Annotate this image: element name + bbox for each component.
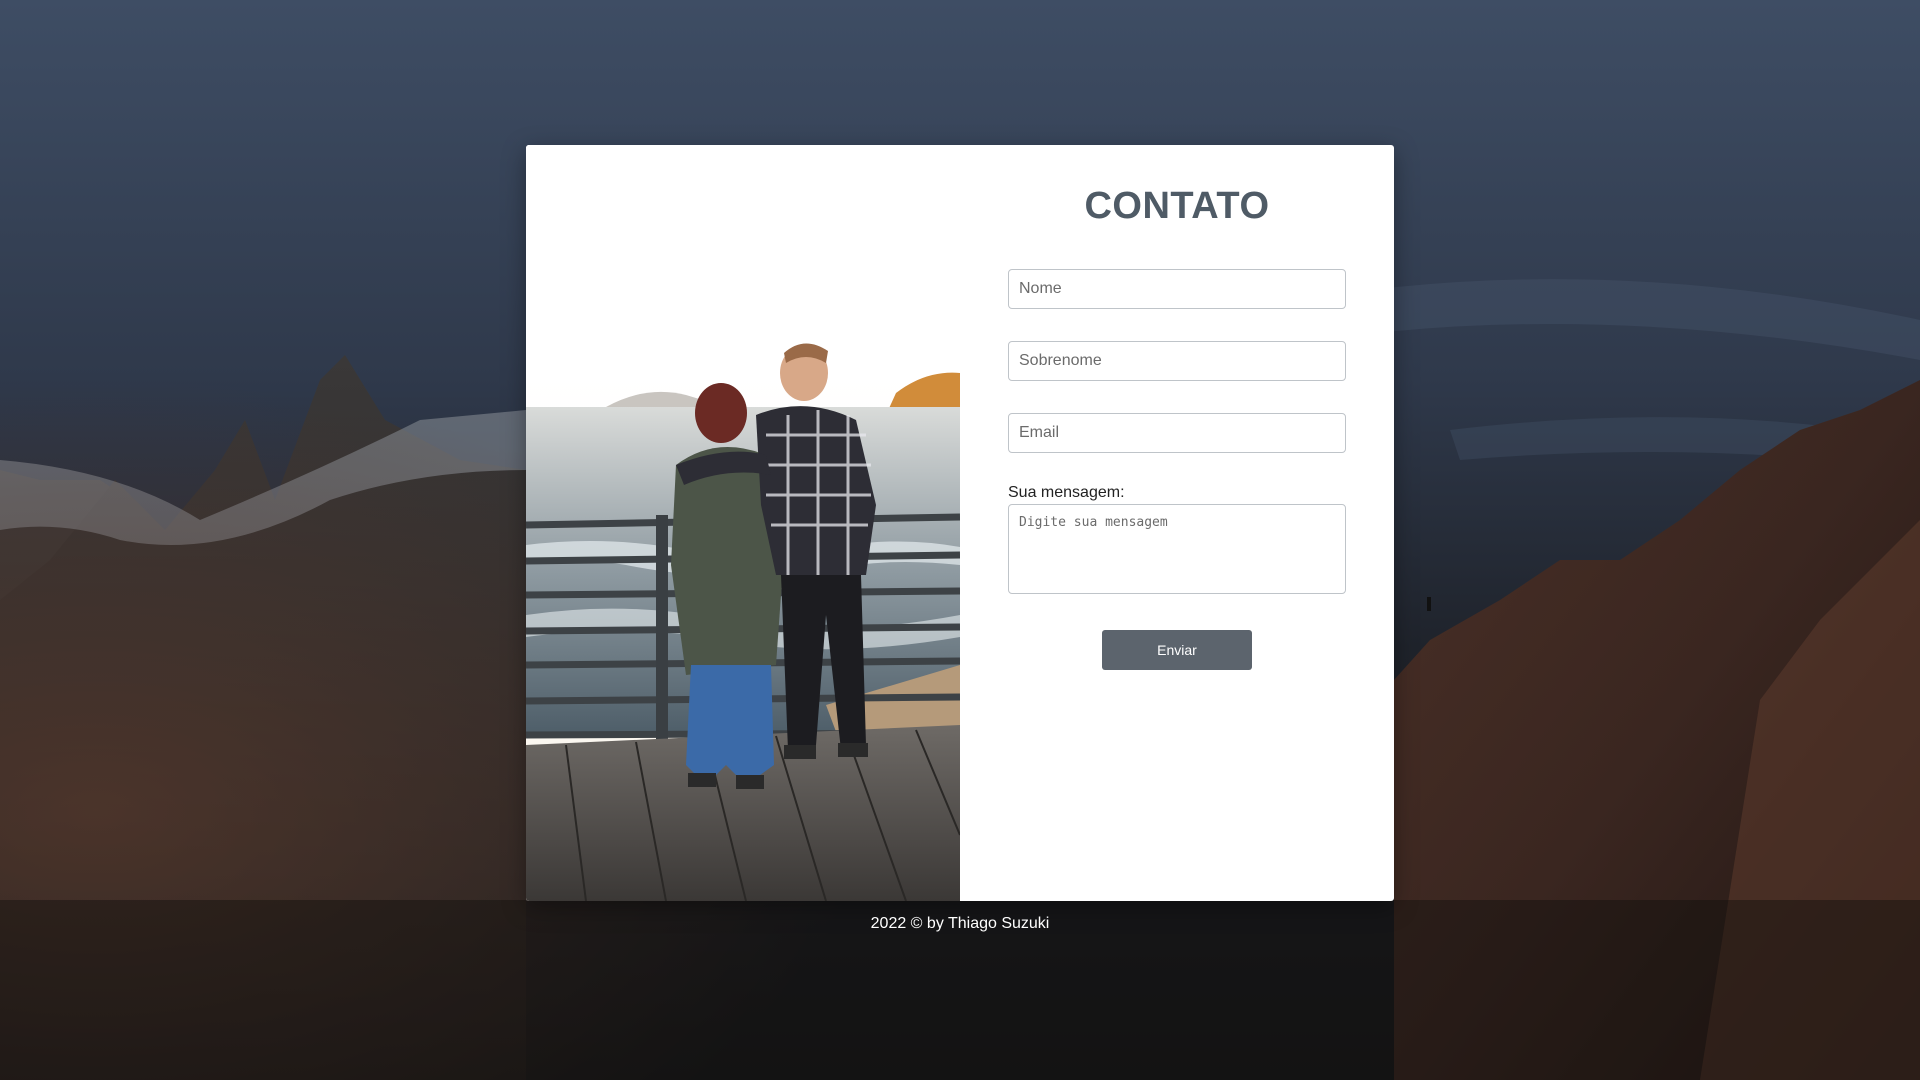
contact-card: CONTATO Sua mensagem: Enviar bbox=[526, 145, 1394, 901]
message-label: Sua mensagem: bbox=[1008, 484, 1125, 501]
first-name-input[interactable] bbox=[1008, 269, 1346, 309]
footer-credit: 2022 © by Thiago Suzuki bbox=[870, 915, 1050, 932]
message-textarea[interactable] bbox=[1008, 504, 1346, 594]
couple-photo bbox=[526, 145, 960, 901]
last-name-input[interactable] bbox=[1008, 341, 1346, 381]
email-input[interactable] bbox=[1008, 413, 1346, 453]
form-title: CONTATO bbox=[1084, 185, 1270, 227]
send-button[interactable]: Enviar bbox=[1102, 630, 1252, 670]
contact-form: CONTATO Sua mensagem: Enviar bbox=[960, 145, 1394, 901]
